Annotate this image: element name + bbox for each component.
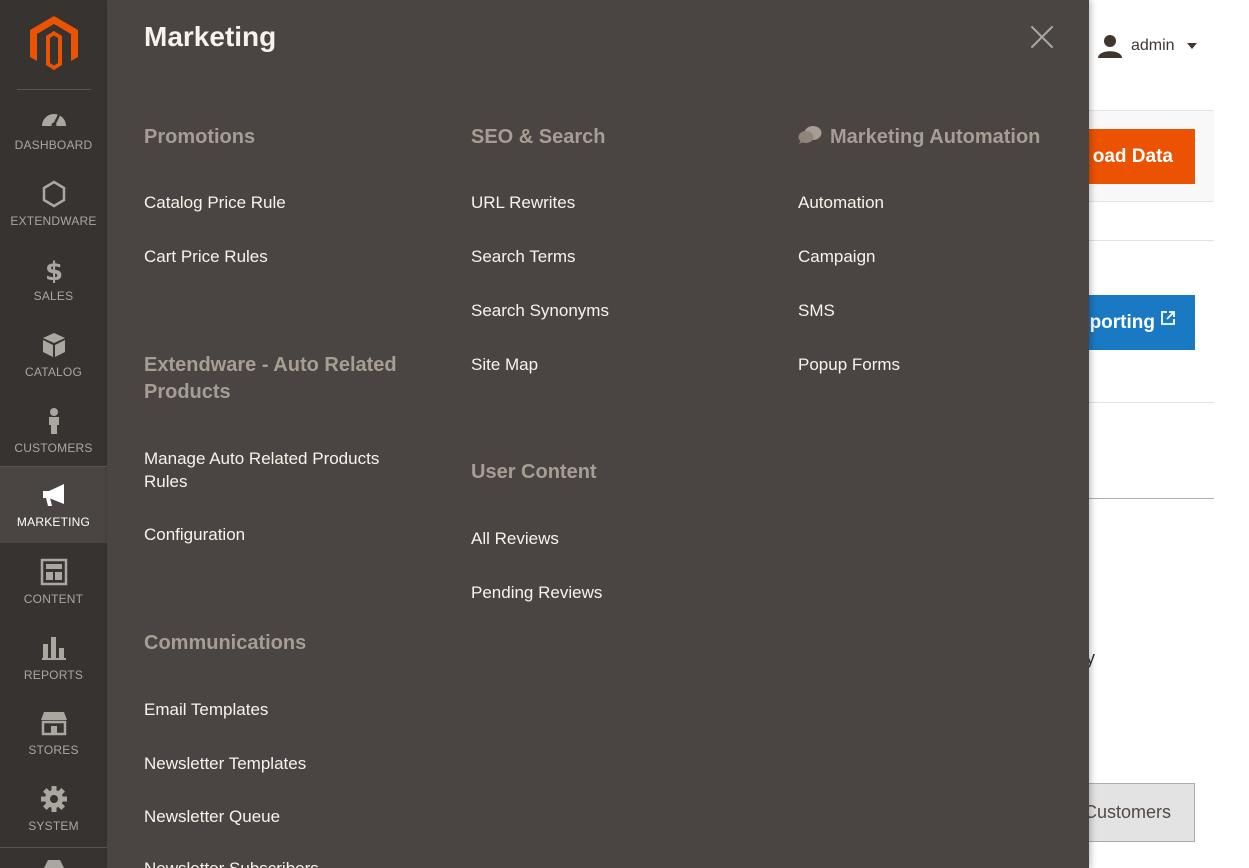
panel-title: Marketing	[144, 21, 277, 52]
section-title-marketing-automation-wrap: Marketing Automation	[798, 124, 1040, 151]
advanced-reporting-button-label: porting	[1089, 311, 1155, 333]
menu-link-sms[interactable]: SMS	[798, 299, 835, 322]
section-title-marketing-automation: Marketing Automation	[830, 126, 1041, 148]
megaphone-icon	[42, 484, 64, 506]
nav-item-sales[interactable]: $ SALES	[0, 241, 107, 317]
menu-link-catalog-price-rule[interactable]: Catalog Price Rule	[144, 191, 286, 214]
nav-item-catalog[interactable]: CATALOG	[0, 317, 107, 393]
nav-divider	[0, 847, 107, 848]
gear-icon	[40, 786, 67, 812]
divider	[1089, 498, 1214, 499]
divider	[1089, 240, 1214, 241]
hexagon-icon	[42, 180, 65, 208]
nav-label: CUSTOMERS	[14, 441, 93, 455]
menu-link-search-synonyms[interactable]: Search Synonyms	[471, 299, 609, 322]
marketing-submenu-panel: Marketing Promotions Catalog Price Rule …	[107, 0, 1089, 868]
user-icon	[1098, 35, 1122, 58]
admin-main-nav: DASHBOARD EXTENDWARE $ SALES CATALOG CUS…	[0, 0, 107, 868]
nav-item-extendware[interactable]: EXTENDWARE	[0, 166, 107, 242]
menu-link-site-map[interactable]: Site Map	[471, 353, 538, 376]
section-title-seo-search: SEO & Search	[471, 126, 606, 148]
user-account-menu[interactable]: admin	[1097, 34, 1197, 58]
reload-data-button-label: oad Data	[1092, 145, 1173, 167]
menu-link-automation[interactable]: Automation	[798, 191, 884, 214]
section-title-promotions: Promotions	[144, 126, 256, 148]
nav-label: DASHBOARD	[14, 138, 93, 152]
svg-text:$: $	[44, 257, 62, 283]
menu-link-search-terms[interactable]: Search Terms	[471, 245, 576, 268]
menu-link-pending-reviews[interactable]: Pending Reviews	[471, 581, 602, 604]
divider	[1089, 402, 1214, 403]
user-name: admin	[1131, 37, 1175, 54]
nav-label: REPORTS	[23, 668, 84, 682]
close-icon[interactable]	[1029, 24, 1055, 50]
menu-link-popup-forms[interactable]: Popup Forms	[798, 353, 900, 376]
store-icon	[40, 712, 67, 736]
nav-item-customers[interactable]: CUSTOMERS	[0, 393, 107, 469]
nav-label: SALES	[33, 289, 74, 303]
nav-item-dashboard[interactable]: DASHBOARD	[0, 90, 107, 166]
person-icon	[48, 408, 59, 434]
menu-link-configuration[interactable]: Configuration	[144, 523, 245, 546]
section-title-user-content: User Content	[471, 461, 597, 483]
layout-icon	[40, 558, 67, 586]
section-title-extendware-auto-related: Extendware - Auto Related Products	[144, 354, 397, 403]
menu-link-manage-auto-related-rules[interactable]: Manage Auto Related Products Rules	[144, 447, 414, 493]
nav-label: STORES	[28, 743, 79, 757]
nav-label: CATALOG	[25, 365, 82, 379]
find-partners-icon[interactable]	[40, 858, 68, 868]
nav-label: EXTENDWARE	[10, 214, 97, 228]
nav-label: CONTENT	[23, 592, 84, 606]
section-title-communications: Communications	[144, 632, 307, 654]
external-link-icon	[1161, 310, 1175, 325]
menu-link-url-rewrites[interactable]: URL Rewrites	[471, 191, 575, 214]
nav-label: SYSTEM	[28, 819, 79, 833]
menu-link-all-reviews[interactable]: All Reviews	[471, 527, 559, 550]
nav-item-stores[interactable]: STORES	[0, 695, 107, 771]
chevron-down-icon	[1186, 43, 1197, 49]
menu-link-cart-price-rules[interactable]: Cart Price Rules	[144, 245, 268, 268]
nav-item-content[interactable]: CONTENT	[0, 544, 107, 620]
cube-icon	[42, 333, 65, 357]
magento-logo-icon[interactable]	[28, 16, 80, 70]
chat-bubbles-icon	[798, 126, 822, 144]
menu-link-newsletter-queue[interactable]: Newsletter Queue	[144, 805, 280, 828]
dashboard-icon	[41, 114, 66, 128]
dollar-icon: $	[44, 257, 62, 283]
menu-link-newsletter-templates[interactable]: Newsletter Templates	[144, 752, 306, 775]
nav-label: MARKETING	[16, 515, 91, 529]
menu-link-newsletter-subscribers[interactable]: Newsletter Subscribers	[144, 857, 319, 868]
nav-item-reports[interactable]: REPORTS	[0, 620, 107, 696]
menu-link-campaign[interactable]: Campaign	[798, 245, 876, 268]
nav-item-system[interactable]: SYSTEM	[0, 771, 107, 847]
nav-item-marketing[interactable]: MARKETING	[0, 467, 107, 543]
menu-link-email-templates[interactable]: Email Templates	[144, 698, 268, 721]
customers-tab-label: Customers	[1083, 802, 1171, 822]
bar-chart-icon	[41, 637, 66, 660]
